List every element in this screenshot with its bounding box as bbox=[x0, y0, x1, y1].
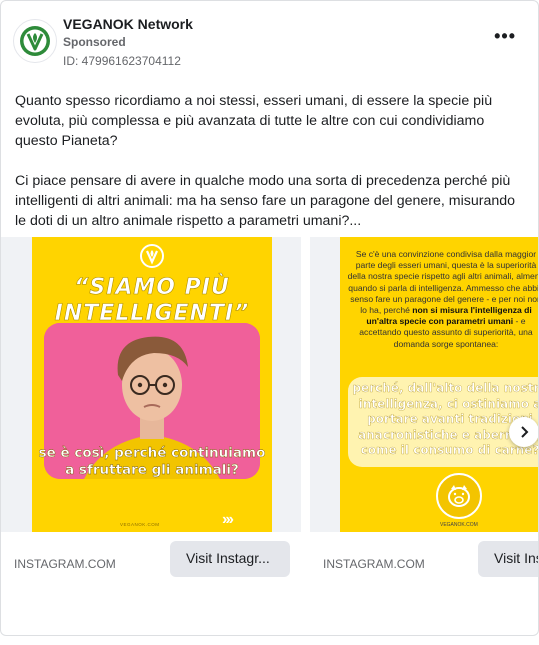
carousel-card-2-footer: INSTAGRAM.COM Visit Instagram bbox=[310, 541, 538, 581]
carousel-card-1-footer: INSTAGRAM.COM Visit Instagr... bbox=[1, 541, 301, 581]
chevrons-right-icon: ››› bbox=[222, 511, 234, 528]
post-paragraph-1: Quanto spesso ricordiamo a noi stessi, e… bbox=[15, 93, 493, 149]
card-overlay-text: se è così, perché continuiamo a sfruttar… bbox=[38, 445, 266, 478]
post-paragraph-2: Ci piace pensare di avere in qualche mod… bbox=[15, 173, 516, 229]
carousel-next-button[interactable] bbox=[509, 417, 538, 447]
link-source[interactable]: INSTAGRAM.COM bbox=[323, 557, 425, 571]
carousel-image-1[interactable]: “SIAMO PIÙ INTELLIGENTI” se è così, perc… bbox=[32, 237, 272, 532]
pig-face-icon bbox=[448, 485, 470, 507]
ad-post-card: VEGANOK Network Sponsored ID: 4799616237… bbox=[0, 0, 539, 636]
carousel-image-2[interactable]: Se c'è una convinzione condivisa dalla m… bbox=[340, 237, 539, 532]
page-name[interactable]: VEGANOK Network bbox=[63, 16, 193, 32]
veganok-logo-icon bbox=[140, 244, 164, 268]
page-avatar[interactable] bbox=[13, 19, 57, 63]
chevron-right-icon bbox=[521, 426, 529, 438]
more-options-icon[interactable]: ••• bbox=[494, 27, 516, 45]
card-brand: VEGANOK.COM bbox=[120, 522, 160, 527]
veganok-logo-icon bbox=[20, 26, 50, 56]
card-headline: “SIAMO PIÙ INTELLIGENTI” bbox=[54, 275, 250, 327]
visit-instagram-button[interactable]: Visit Instagram bbox=[478, 541, 538, 577]
post-body: Quanto spesso ricordiamo a noi stessi, e… bbox=[15, 91, 527, 251]
image-carousel: “SIAMO PIÙ INTELLIGENTI” se è così, perc… bbox=[1, 237, 539, 537]
ad-id: ID: 479961623704112 bbox=[63, 54, 181, 68]
carousel-card-1[interactable]: “SIAMO PIÙ INTELLIGENTI” se è così, perc… bbox=[1, 237, 301, 532]
card-brand: VEGANOK.COM bbox=[440, 522, 478, 528]
link-source[interactable]: INSTAGRAM.COM bbox=[14, 557, 116, 571]
card-small-text: Se c'è una convinzione condivisa dalla m… bbox=[346, 249, 538, 350]
carousel-card-2[interactable]: Se c'è una convinzione condivisa dalla m… bbox=[310, 237, 539, 532]
sponsored-label: Sponsored bbox=[63, 35, 126, 49]
card-box-text: perché, dall'alto della nostra intellige… bbox=[352, 381, 539, 457]
visit-instagram-button[interactable]: Visit Instagr... bbox=[170, 541, 290, 577]
pig-icon bbox=[436, 473, 482, 519]
